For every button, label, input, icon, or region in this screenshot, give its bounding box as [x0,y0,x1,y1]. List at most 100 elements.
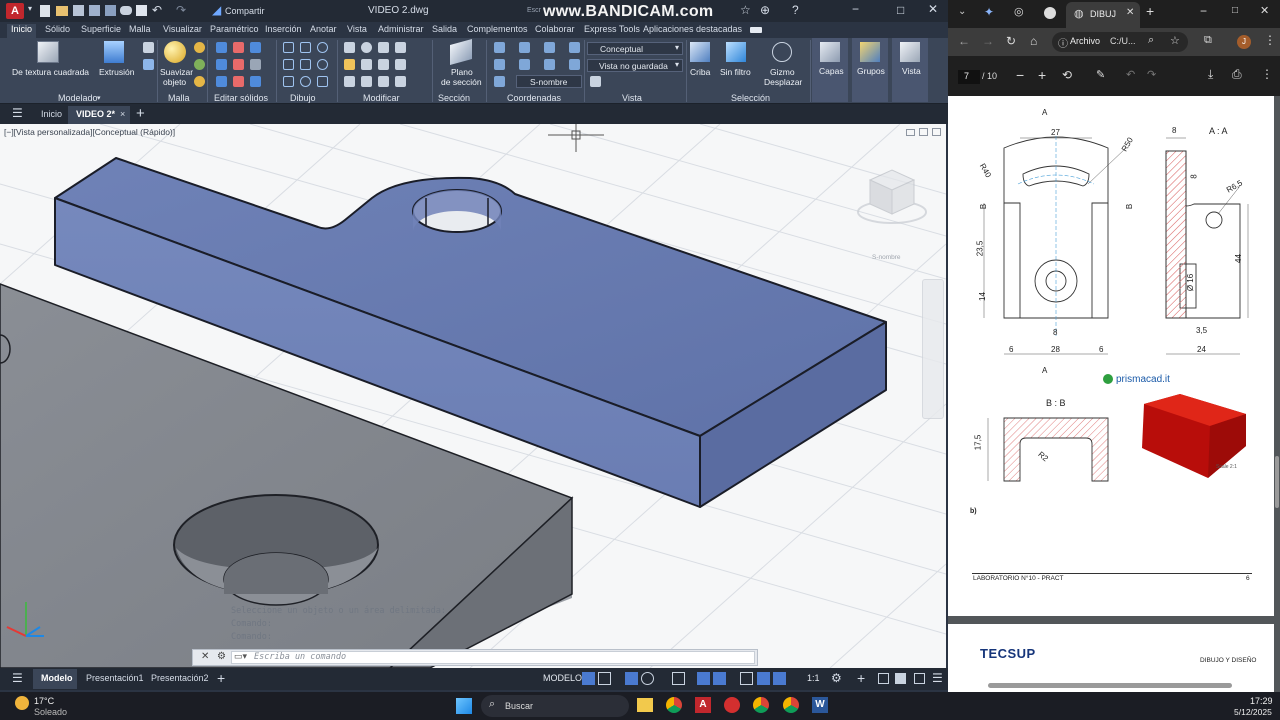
no-filter-icon[interactable] [726,42,746,62]
smooth-sphere-icon[interactable] [164,41,186,63]
line-icon[interactable] [283,42,294,53]
ucs-icon-4[interactable] [569,42,580,53]
address-bar[interactable]: ⓘ Archivo C:/U... ⌕ ☆ [1052,32,1188,52]
qat-open-icon[interactable] [56,6,68,16]
tab-1-icon[interactable]: ◎ [1014,5,1024,18]
panel-expand-icon[interactable]: ▾ [97,94,101,102]
fit-page-icon[interactable]: ⟲ [1062,68,1072,82]
maximize-icon[interactable]: □ [897,3,904,17]
tab-insercion[interactable]: Inserción [265,24,302,34]
btn-extrusion-label[interactable]: Extrusión [99,67,134,77]
close-command-icon[interactable]: ✕ [201,651,209,662]
btn-suavizar-label[interactable]: Suavizar [160,67,193,77]
app-menu-icon[interactable]: ☰ [12,106,23,120]
lineweight-toggle-icon[interactable] [740,672,753,685]
trim-icon[interactable] [378,42,389,53]
clock-date[interactable]: 5/12/2025 [1234,707,1272,717]
ortho-toggle-icon[interactable] [625,672,638,685]
viewport-label[interactable]: [−][Vista personalizada][Conceptual (Ráp… [4,127,175,137]
weather-desc[interactable]: Soleado [34,707,67,717]
ucs-name-dropdown[interactable]: S-nombre [516,75,582,88]
otrack-toggle-icon[interactable] [713,672,726,685]
command-recent-icon[interactable]: ▭▾ [234,651,247,662]
ucs-icon-5[interactable] [494,59,505,70]
solid-union-icon[interactable] [216,42,227,53]
isodraft-toggle-icon[interactable] [672,672,685,685]
workspace-gear-icon[interactable]: ⚙ [831,671,842,685]
sweep-icon[interactable] [143,59,154,70]
sign-in-icon[interactable]: ⊕ [760,3,770,17]
circle-icon[interactable] [317,59,328,70]
info-icon[interactable]: ⓘ [1058,35,1068,50]
window-restore-icon[interactable] [919,128,928,136]
gemini-icon[interactable]: ✦ [984,5,994,19]
ucs-icon-8[interactable] [569,59,580,70]
mirror-icon[interactable] [344,59,355,70]
qat-web-icon[interactable] [105,5,116,16]
home-icon[interactable]: ⌂ [1030,34,1037,48]
snap-toggle-icon[interactable] [598,672,611,685]
layers-panel[interactable]: Capas [812,38,848,102]
ellipse-icon[interactable] [300,76,311,87]
zoom-in-icon[interactable]: + [1038,67,1046,83]
explode-icon[interactable] [395,76,406,87]
autocad-taskbar-icon[interactable]: A [695,697,711,713]
tab-model[interactable]: Modelo [33,669,77,689]
rotate-icon[interactable] [361,42,372,53]
chrome-icon[interactable] [666,697,682,713]
tab-active-document[interactable]: VIDEO 2* × [68,106,130,124]
download-icon[interactable]: ⤓ [1208,67,1213,82]
hatch-icon[interactable] [317,76,328,87]
zoom-icon[interactable]: ⌕ [1148,34,1154,47]
tab-search-icon[interactable]: ⌄ [958,6,966,17]
reload-icon[interactable]: ↻ [1006,34,1016,48]
share-icon[interactable]: ◢ [212,3,221,17]
recorder-icon[interactable] [724,697,740,713]
editar-solidos-panel-label[interactable]: Editar sólidos [214,93,268,103]
add-layout-icon[interactable]: + [217,670,225,686]
btn-suavizar-label-2[interactable]: objeto [163,77,186,87]
btn-plano-label[interactable]: Plano [451,67,473,77]
customization-icon[interactable]: ☰ [932,671,943,685]
osnap-toggle-icon[interactable] [697,672,710,685]
maximize-icon[interactable]: □ [1232,5,1238,16]
btn-criba-label[interactable]: Criba [690,67,710,77]
btn-gizmo-label[interactable]: Gizmo [770,67,795,77]
weather-icon[interactable] [15,696,29,710]
tab-solido[interactable]: Sólido [45,24,70,34]
autocad-logo[interactable]: A [6,3,24,19]
ucs-icon-6[interactable] [519,59,530,70]
tab-close-icon[interactable]: × [120,109,125,119]
menu-arrow-icon[interactable]: ▾ [28,4,32,13]
clock-time[interactable]: 17:29 [1250,696,1273,706]
mesh-icon-2[interactable] [194,59,205,70]
horizontal-scrollbar[interactable] [988,683,1232,688]
spline-icon[interactable] [283,59,294,70]
ucs-icon-7[interactable] [544,59,555,70]
ribbon-toggle-icon[interactable] [750,27,762,33]
pdf-viewer[interactable]: A 27 R50 R40 B B 23,5 14 8 28 6 6 A : A … [948,96,1280,692]
gizmo-icon[interactable] [772,42,792,62]
ucs-icon-2[interactable] [519,42,530,53]
modificar-panel-label[interactable]: Modificar [363,93,400,103]
move-icon[interactable] [344,42,355,53]
array-icon[interactable] [344,76,355,87]
isolate-objects-icon[interactable] [878,673,889,684]
layout-menu-icon[interactable]: ☰ [12,671,23,685]
hardware-accel-icon[interactable] [895,673,906,684]
print-icon[interactable]: ⎙ [1232,67,1242,82]
culling-icon[interactable] [690,42,710,62]
ucs-icon-1[interactable] [494,42,505,53]
start-icon[interactable] [456,698,472,714]
window-close-icon[interactable] [932,128,941,136]
forward-icon[interactable]: → [982,34,994,48]
tab-salida[interactable]: Salida [432,24,457,34]
help-icon[interactable]: ? [792,3,799,17]
minimize-icon[interactable]: − [852,2,859,16]
qat-cloud-icon[interactable] [120,6,132,15]
tab-vista[interactable]: Vista [347,24,367,34]
star-icon[interactable]: ☆ [740,3,751,17]
window-min-icon[interactable] [906,129,915,136]
box-solid-icon[interactable] [37,41,59,63]
tab-visualizar[interactable]: Visualizar [163,24,202,34]
